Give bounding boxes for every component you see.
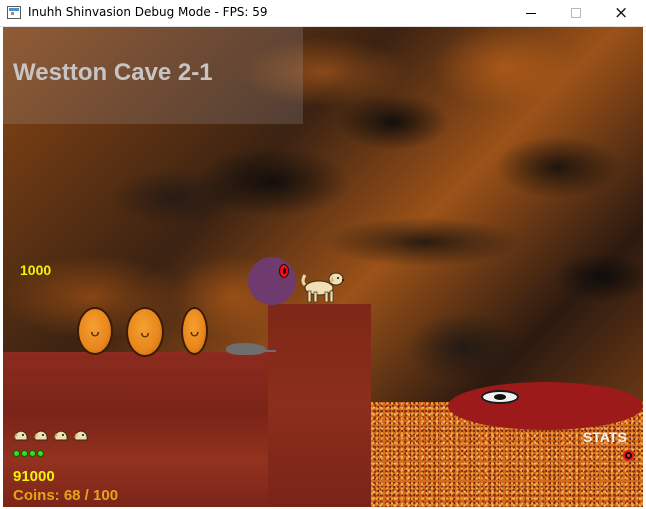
level-name: Westton Cave 2-1 — [13, 59, 213, 86]
ground-pillar — [268, 304, 371, 507]
minimize-button[interactable] — [508, 0, 554, 26]
pumpkin-enemy: ᴗ — [181, 307, 208, 355]
life-dog-icon — [34, 430, 48, 441]
close-button[interactable]: × — [600, 0, 646, 26]
portal-disc — [448, 382, 643, 430]
floating-score: 1000 — [20, 262, 52, 278]
stats-button[interactable]: STATS — [583, 429, 627, 445]
pumpkin-enemy: ᴗ — [77, 307, 113, 355]
stats-icon[interactable] — [623, 450, 634, 461]
health-pip — [29, 450, 36, 457]
window-title-bar[interactable]: Inuhh Shinvasion Debug Mode - FPS: 59 × — [0, 0, 646, 27]
maximize-button[interactable] — [554, 0, 600, 26]
score-total: 91000 — [13, 468, 55, 485]
minimize-icon — [526, 13, 536, 14]
pumpkin-enemy: ᴗ — [126, 307, 164, 357]
orb-eye-icon — [279, 264, 289, 278]
level-title-panel: Westton Cave 2-1 — [3, 27, 303, 124]
health-pip — [13, 450, 20, 457]
health-pip — [21, 450, 28, 457]
health-pip — [37, 450, 44, 457]
portal-eye-icon — [481, 390, 519, 404]
life-dog-icon — [74, 430, 88, 441]
life-dog-icon — [54, 430, 68, 441]
purple-orb-enemy — [248, 257, 296, 305]
dog-player — [301, 272, 344, 303]
rat-enemy — [226, 343, 276, 355]
window-title: Inuhh Shinvasion Debug Mode - FPS: 59 — [28, 5, 268, 19]
maximize-icon — [571, 8, 581, 18]
close-icon: × — [614, 3, 629, 23]
app-window-icon — [7, 6, 21, 19]
coins-counter: Coins: 68 / 100 — [13, 487, 119, 504]
life-dog-icon — [14, 430, 28, 441]
game-viewport[interactable]: Westton Cave 2-1 ᴗ ᴗ ᴗ 1000 91000 Coins:… — [3, 27, 643, 507]
lives-indicator — [13, 428, 93, 442]
